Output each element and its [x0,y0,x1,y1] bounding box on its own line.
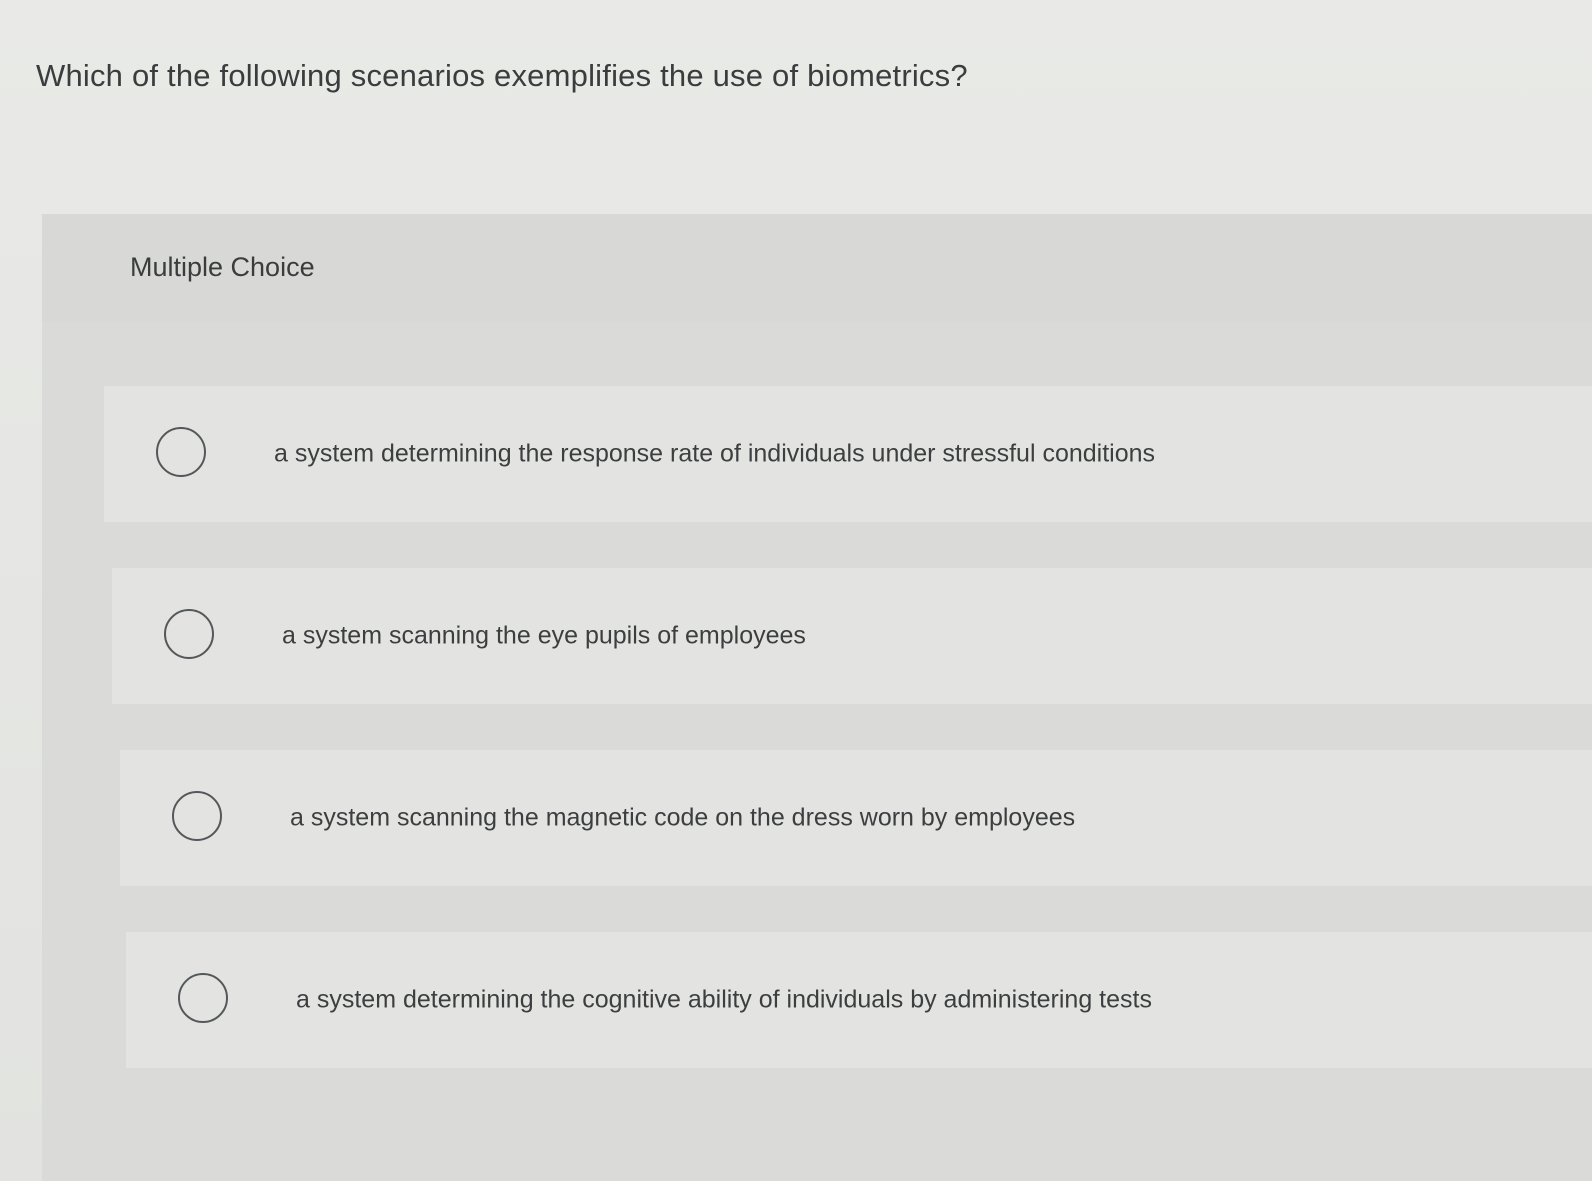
multiple-choice-panel: Multiple Choice a system determining the… [42,214,1592,1181]
answer-option-4[interactable]: a system determining the cognitive abili… [126,932,1592,1068]
radio-button-empty-icon[interactable] [156,427,206,477]
answer-option-label: a system determining the cognitive abili… [296,985,1152,1014]
answer-option-label: a system determining the response rate o… [274,439,1156,468]
answer-option-1[interactable]: a system determining the response rate o… [104,386,1592,522]
answer-options: a system determining the response rate o… [104,386,1592,1114]
answer-option-3[interactable]: a system scanning the magnetic code on t… [120,750,1592,886]
answer-option-2[interactable]: a system scanning the eye pupils of empl… [112,568,1592,704]
multiple-choice-header: Multiple Choice [42,214,1592,322]
question-text: Which of the following scenarios exempli… [36,58,968,93]
radio-button-empty-icon[interactable] [164,609,214,659]
answer-option-label: a system scanning the eye pupils of empl… [282,621,806,650]
radio-button-empty-icon[interactable] [172,791,222,841]
multiple-choice-label: Multiple Choice [130,252,315,282]
radio-button-empty-icon[interactable] [178,973,228,1023]
quiz-page: Which of the following scenarios exempli… [0,0,1592,1181]
answer-option-label: a system scanning the magnetic code on t… [290,803,1076,832]
